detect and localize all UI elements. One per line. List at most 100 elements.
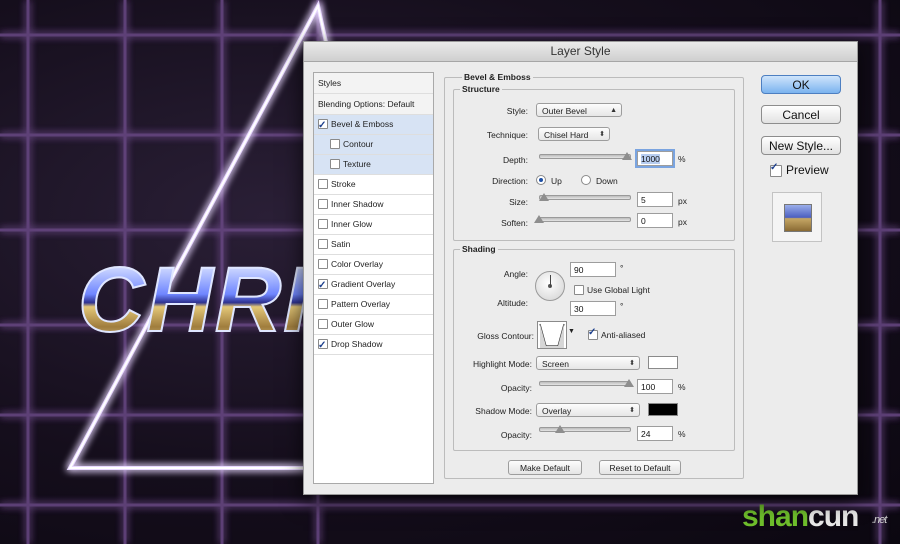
direction-label: Direction:	[492, 176, 528, 186]
altitude-label: Altitude:	[497, 298, 528, 308]
technique-select[interactable]: Chisel Hard ⬍	[538, 127, 610, 141]
style-item-label: Contour	[343, 139, 374, 149]
style-item-inner-glow[interactable]: Inner Glow	[314, 215, 433, 235]
depth-unit: %	[678, 154, 686, 164]
shading-title: Shading	[460, 244, 498, 254]
checkbox-icon[interactable]	[318, 336, 328, 355]
altitude-field[interactable]: 30	[570, 301, 616, 316]
bevel-emboss-panel: Bevel & Emboss Structure Style: Outer Be…	[444, 72, 744, 482]
highlight-opacity-field[interactable]: 100	[637, 379, 673, 394]
style-item-inner-shadow[interactable]: Inner Shadow	[314, 195, 433, 215]
checkbox-icon[interactable]	[318, 298, 328, 309]
direction-up-label: Up	[551, 176, 562, 186]
highlight-mode-value: Screen	[542, 359, 569, 369]
style-item-satin[interactable]: Satin	[314, 235, 433, 255]
checkbox-icon[interactable]	[318, 276, 328, 295]
styles-header[interactable]: Styles	[314, 73, 433, 94]
cancel-button[interactable]: Cancel	[761, 105, 841, 124]
soften-unit: px	[678, 217, 687, 227]
angle-field[interactable]: 90	[570, 262, 616, 277]
size-slider-thumb[interactable]	[539, 193, 549, 201]
checkbox-icon[interactable]	[318, 198, 328, 209]
style-item-label: Color Overlay	[331, 259, 383, 269]
depth-field[interactable]: 1000	[637, 151, 673, 166]
watermark-logo: shancun .net	[742, 500, 887, 534]
ok-button[interactable]: OK	[761, 75, 841, 94]
checkbox-icon[interactable]	[318, 116, 328, 135]
soften-slider[interactable]	[539, 217, 631, 222]
shadow-opacity-slider[interactable]	[539, 427, 631, 432]
checkbox-icon[interactable]	[318, 238, 328, 249]
shadow-mode-select[interactable]: Overlay ⬍	[536, 403, 640, 417]
depth-value: 1000	[641, 154, 660, 164]
style-item-bevel-emboss[interactable]: Bevel & Emboss	[314, 115, 433, 135]
watermark-cun: cun	[808, 500, 859, 533]
highlight-opacity-unit: %	[678, 382, 686, 392]
direction-down-radio[interactable]	[581, 175, 591, 185]
checkbox-icon[interactable]	[318, 218, 328, 229]
style-item-label: Outer Glow	[331, 319, 374, 329]
altitude-unit: °	[620, 301, 624, 311]
checkbox-icon[interactable]	[330, 138, 340, 149]
style-item-drop-shadow[interactable]: Drop Shadow	[314, 335, 433, 355]
depth-slider[interactable]	[539, 154, 631, 159]
soften-slider-thumb[interactable]	[534, 215, 544, 223]
style-item-label: Gradient Overlay	[331, 279, 396, 289]
style-item-label: Inner Glow	[331, 219, 373, 229]
checkbox-icon[interactable]	[318, 258, 328, 269]
technique-label: Technique:	[486, 130, 528, 140]
reset-to-default-button[interactable]: Reset to Default	[599, 460, 681, 475]
shadow-opacity-unit: %	[678, 429, 686, 439]
style-item-color-overlay[interactable]: Color Overlay	[314, 255, 433, 275]
angle-unit: °	[620, 263, 624, 273]
dialog-title: Layer Style	[304, 42, 857, 62]
checkbox-icon[interactable]	[318, 318, 328, 329]
watermark-shan: shan	[742, 500, 809, 533]
checkbox-icon[interactable]	[318, 178, 328, 189]
style-item-pattern-overlay[interactable]: Pattern Overlay	[314, 295, 433, 315]
highlight-mode-select[interactable]: Screen ⬍	[536, 356, 640, 370]
shadow-opacity-field[interactable]: 24	[637, 426, 673, 441]
highlight-color-swatch[interactable]	[648, 356, 678, 369]
style-item-stroke[interactable]: Stroke	[314, 175, 433, 195]
style-item-outer-glow[interactable]: Outer Glow	[314, 315, 433, 335]
highlight-opacity-thumb[interactable]	[624, 379, 634, 387]
direction-down-label: Down	[596, 176, 618, 186]
checkbox-icon[interactable]	[330, 158, 340, 169]
style-select-value: Outer Bevel	[542, 106, 587, 116]
highlight-mode-label: Highlight Mode:	[472, 359, 532, 369]
make-default-button[interactable]: Make Default	[508, 460, 582, 475]
depth-label: Depth:	[502, 155, 528, 165]
style-item-contour[interactable]: Contour	[314, 135, 433, 155]
blending-options[interactable]: Blending Options: Default	[314, 94, 433, 115]
preview-swatch	[784, 204, 812, 232]
contour-curve-icon	[539, 323, 565, 348]
style-item-texture[interactable]: Texture	[314, 155, 433, 175]
preview-checkbox[interactable]	[770, 162, 782, 177]
size-slider[interactable]	[539, 195, 631, 200]
preview-label: Preview	[786, 163, 829, 177]
anti-aliased-checkbox[interactable]	[588, 327, 598, 340]
highlight-opacity-slider[interactable]	[539, 381, 631, 386]
shadow-mode-value: Overlay	[542, 406, 572, 416]
soften-field[interactable]: 0	[637, 213, 673, 228]
style-item-gradient-overlay[interactable]: Gradient Overlay	[314, 275, 433, 295]
shadow-opacity-thumb[interactable]	[555, 425, 565, 433]
size-field[interactable]: 5	[637, 192, 673, 207]
gloss-contour-preview[interactable]	[537, 321, 567, 349]
layer-style-dialog: Layer Style Styles Blending Options: Def…	[303, 41, 858, 495]
new-style-button[interactable]: New Style...	[761, 136, 841, 155]
angle-dial[interactable]	[535, 271, 565, 301]
soften-label: Soften:	[501, 218, 528, 228]
shadow-color-swatch[interactable]	[648, 403, 678, 416]
angle-label: Angle:	[503, 269, 528, 279]
style-select[interactable]: Outer Bevel ▲	[536, 103, 622, 117]
shadow-opacity-label: Opacity:	[500, 430, 532, 440]
direction-up-radio[interactable]	[536, 175, 546, 185]
depth-slider-thumb[interactable]	[622, 152, 632, 160]
style-item-label: Stroke	[331, 179, 356, 189]
use-global-light-checkbox[interactable]	[574, 285, 584, 295]
watermark-net: .net	[872, 514, 887, 526]
gloss-dropdown-arrow-icon[interactable]: ▼	[568, 328, 575, 335]
dropdown-arrow-icon: ⬍	[629, 407, 635, 414]
